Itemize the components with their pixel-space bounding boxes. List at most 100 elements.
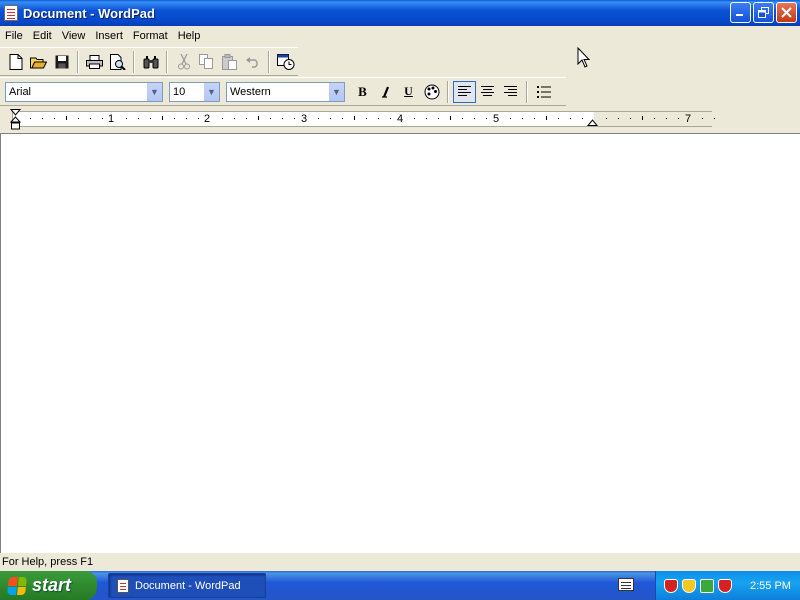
ruler-tick [450,116,451,120]
ruler-tick [78,118,79,119]
align-left-button[interactable] [453,80,476,103]
close-button[interactable] [776,2,797,23]
clock[interactable]: 2:55 PM [750,580,791,592]
toolbar-separator [526,80,528,103]
font-size-combo[interactable]: 10 ▼ [169,81,220,102]
script-value: Western [230,85,271,98]
ruler-tick [42,118,43,119]
toolbar-separator [77,50,79,73]
ruler-tick [162,116,163,120]
italic-button[interactable] [374,81,397,103]
ruler-tick [378,118,379,119]
ruler-label: 5 [493,113,500,125]
ruler-tick [198,118,199,119]
ruler[interactable]: 1 2 3 4 5 7 [0,107,800,133]
menu-format[interactable]: Format [128,30,173,42]
save-button[interactable] [50,51,73,73]
minimize-button[interactable] [730,2,751,23]
ruler-tick [546,116,547,120]
undo-button[interactable] [241,51,264,73]
font-name-combo[interactable]: Arial ▼ [5,81,163,102]
new-button[interactable] [4,51,27,73]
ruler-tick [510,118,511,119]
menu-file[interactable]: File [0,30,28,42]
undo-icon [245,56,258,68]
ruler-tick [678,118,679,119]
title-bar: Document - WordPad [0,0,800,26]
insert-date-time-button[interactable] [274,51,297,73]
security-center-icon[interactable] [682,578,696,593]
security-alert-icon[interactable] [664,578,678,593]
ruler-tick [630,118,631,119]
print-preview-icon [109,53,126,70]
menu-insert[interactable]: Insert [90,30,128,42]
underline-icon: U [404,84,413,98]
copy-icon [199,54,213,69]
ruler-tick [90,118,91,119]
cut-button[interactable] [172,51,195,73]
ruler-tick [570,118,571,119]
bullets-button[interactable] [532,81,555,103]
ruler-tick [558,118,559,119]
ruler-tick [666,118,667,119]
underline-button[interactable]: U [397,81,420,103]
find-button[interactable] [139,51,162,73]
taskbar-item-wordpad[interactable]: Document - WordPad [108,573,266,598]
script-combo[interactable]: Western ▼ [226,81,345,102]
window-title: Document - WordPad [23,5,155,21]
open-button[interactable] [27,51,50,73]
document-editor[interactable] [0,133,800,553]
wordpad-app-icon[interactable] [4,5,18,21]
chevron-down-icon[interactable]: ▼ [203,82,219,101]
ruler-label: 7 [685,113,692,125]
font-size-value: 10 [173,85,186,98]
start-button[interactable]: start [0,571,97,600]
print-preview-button[interactable] [106,51,129,73]
ruler-tick [246,118,247,119]
chevron-down-icon[interactable]: ▼ [328,82,344,101]
mouse-cursor-icon [577,47,591,68]
color-button[interactable] [420,81,443,103]
align-center-icon [481,86,494,96]
insert-date-time-icon [276,53,294,70]
ruler-tick [282,118,283,119]
chevron-down-icon[interactable]: ▼ [146,82,162,101]
align-right-button[interactable] [499,81,522,103]
ruler-label: 3 [301,113,308,125]
ruler-tick [714,118,715,119]
print-button[interactable] [83,51,106,73]
ruler-tick [534,118,535,119]
ruler-tick [138,118,139,119]
copy-button[interactable] [195,51,218,73]
menu-edit[interactable]: Edit [28,30,57,42]
windows-logo-icon [7,576,27,595]
bullet-list-icon [536,85,551,98]
ruler-tick [66,116,67,120]
palette-icon [424,84,439,99]
ruler-tick [654,118,655,119]
bold-button[interactable]: B [351,81,374,103]
ruler-scale: 1 2 3 4 5 7 [12,111,715,127]
toolbar-separator [166,50,168,73]
ruler-label: 1 [108,113,115,125]
toolbar-separator [268,50,270,73]
paste-button[interactable] [218,51,241,73]
keyboard-icon[interactable] [618,578,634,591]
taskbar: start Document - WordPad 2:55 PM [0,571,800,600]
menu-view[interactable]: View [57,30,91,42]
right-indent-marker-icon[interactable] [587,117,599,127]
align-right-icon [504,86,517,96]
ruler-tick [522,118,523,119]
align-center-button[interactable] [476,81,499,103]
minimize-icon [736,14,743,16]
firewall-alert-icon[interactable] [718,578,732,593]
ruler-tick [174,118,175,119]
ruler-tick [102,118,103,119]
restore-button[interactable] [753,2,774,23]
bold-icon: B [358,83,367,99]
ruler-margin-area [594,112,712,126]
network-icon[interactable] [700,578,714,593]
ruler-tick [702,118,703,119]
indent-marker-icon[interactable] [10,109,22,131]
menu-help[interactable]: Help [173,30,206,42]
